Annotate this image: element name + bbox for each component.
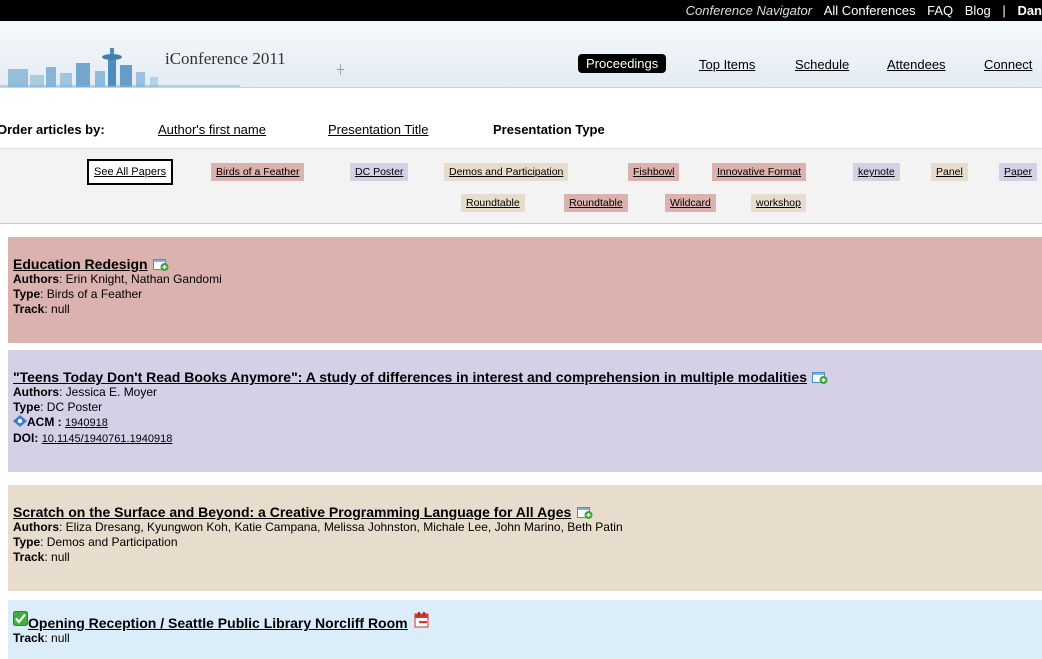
track-label: Track [13,302,45,317]
all-conferences-link[interactable]: All Conferences [824,3,916,18]
item-track: : null [44,302,70,317]
add-to-schedule-icon[interactable] [812,372,828,385]
acm-link[interactable]: 1940918 [65,417,108,429]
checkbox-checked-icon[interactable] [13,611,28,626]
item-type: : Demos and Participation [40,535,178,550]
filter-see-all-papers[interactable]: See All Papers [87,159,174,185]
filter-birds-of-a-feather[interactable]: Birds of a Feather [211,163,305,181]
nav-attendees[interactable]: Attendees [887,57,946,72]
item-card: "Teens Today Don't Read Books Anymore": … [8,350,1042,472]
top-nav: Conference Navigator All Conferences FAQ… [678,3,1042,18]
nav-top-items[interactable]: Top Items [699,57,755,72]
item-type: : DC Poster [40,400,103,415]
filter-workshop[interactable]: workshop [751,194,806,212]
item-title[interactable]: Education Redesign [13,256,148,272]
filter-fishbowl[interactable]: Fishbowl [628,163,680,181]
item-card: Education Redesign Authors: Erin Knight,… [8,237,1042,343]
type-label: Type [13,535,41,550]
item-card: Scratch on the Surface and Beyond: a Cre… [8,485,1042,591]
item-authors: : Erin Knight, Nathan Gandomi [59,272,222,287]
item-card: Opening Reception / Seattle Public Libra… [8,600,1042,659]
order-label: Order articles by: [0,122,105,137]
filter-wildcard[interactable]: Wildcard [665,194,716,212]
conference-navigator-link[interactable]: Conference Navigator [686,3,812,18]
nav-proceedings[interactable]: Proceedings [578,54,667,73]
type-label: Type [13,400,41,415]
order-bar: Order articles by: Author's first name P… [0,118,1042,142]
order-by-type-selected[interactable]: Presentation Type [493,122,605,137]
filter-roundtable-2[interactable]: Roundtable [564,194,628,212]
item-authors: : Eliza Dresang, Kyungwon Koh, Katie Cam… [59,520,623,535]
order-by-title[interactable]: Presentation Title [328,122,428,137]
filter-roundtable[interactable]: Roundtable [461,194,525,212]
track-label: Track [13,631,45,645]
filter-demos-and-participation[interactable]: Demos and Participation [444,163,569,181]
doi-label: DOI: [13,431,39,446]
doi-link[interactable]: 10.1145/1940761.1940918 [42,433,173,445]
item-title[interactable]: Opening Reception / Seattle Public Libra… [28,615,408,631]
track-label: Track [13,550,45,565]
logo-divider-horizontal [337,69,344,70]
nav-schedule[interactable]: Schedule [795,57,849,72]
item-title[interactable]: Scratch on the Surface and Beyond: a Cre… [13,504,571,520]
user-name[interactable]: Dan [1017,3,1042,18]
filter-innovative-format[interactable]: Innovative Format [712,163,807,181]
acm-icon [13,415,27,428]
filter-dc-poster[interactable]: DC Poster [350,163,409,181]
add-to-schedule-icon[interactable] [576,507,593,520]
remove-from-schedule-icon[interactable] [414,612,430,628]
type-label: Type [13,287,41,302]
item-type: : Birds of a Feather [40,287,143,302]
item-title[interactable]: "Teens Today Don't Read Books Anymore": … [13,369,807,385]
order-by-author[interactable]: Author's first name [158,122,266,137]
conference-logo-text[interactable]: iConference 2011 [165,49,286,69]
item-authors: : Jessica E. Moyer [59,385,158,400]
type-filter-bar: See All Papers Birds of a Feather DC Pos… [0,148,1042,224]
acm-label: ACM : [27,415,62,430]
filter-paper[interactable]: Paper [999,163,1038,181]
faq-link[interactable]: FAQ [927,3,953,18]
authors-label: Authors [13,385,59,400]
site-header: iConference 2011 [0,21,1042,88]
top-bar: Conference Navigator All Conferences FAQ… [0,0,1042,21]
filter-panel[interactable]: Panel [931,163,968,181]
filter-keynote[interactable]: keynote [853,163,900,181]
add-to-schedule-icon[interactable] [152,259,169,272]
nav-connect[interactable]: Connect [984,57,1032,72]
authors-label: Authors [13,520,59,535]
authors-label: Authors [13,272,59,287]
blog-link[interactable]: Blog [965,3,991,18]
nav-separator: | [1002,3,1006,18]
item-track: : null [44,550,70,565]
item-track: : null [44,631,70,645]
